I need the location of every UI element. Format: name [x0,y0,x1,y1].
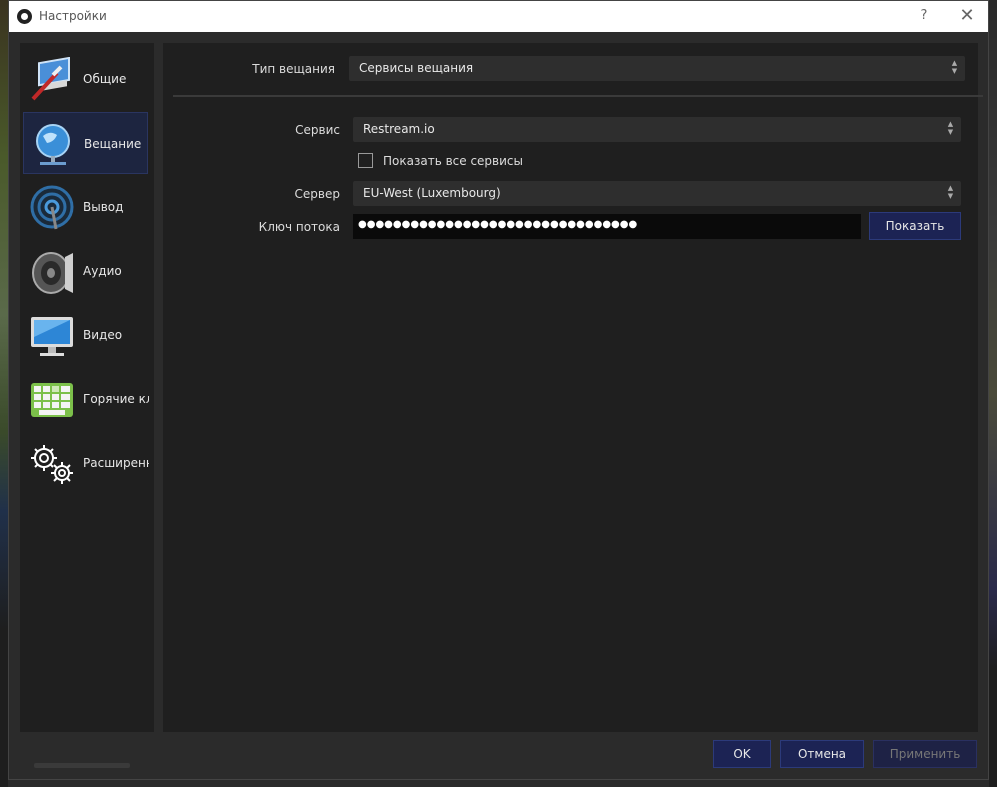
sidebar-scrollbar[interactable] [34,763,130,768]
cancel-button[interactable]: Отмена [780,740,864,768]
apply-button[interactable]: Применить [873,740,977,768]
sidebar-item-label: Аудио [83,264,122,278]
sidebar-item-hotkeys[interactable]: Горячие клавиши [23,368,149,430]
sidebar-item-output[interactable]: Вывод [23,176,148,238]
server-label: Сервер [294,187,340,201]
sidebar-item-video[interactable]: Видео [23,304,148,366]
close-button[interactable]: ✕ [957,6,977,26]
advanced-gears-icon [31,445,73,484]
desktop-background-left [0,0,8,787]
obs-logo-icon [17,9,32,24]
show-key-button[interactable]: Показать [869,212,961,240]
chevron-up-down-icon: ▲ ▼ [947,120,954,136]
sidebar-item-stream[interactable]: Вещание [23,112,148,174]
chevron-up-down-icon: ▲ ▼ [947,184,954,200]
title-bar: Настройки ? ✕ [9,1,988,32]
stream-settings-panel: Тип вещания Сервисы вещания ▲ ▼ Сервис Re… [163,43,983,732]
chevron-up-down-icon: ▲ ▼ [951,59,958,75]
sidebar-item-label: Общие [83,72,127,86]
settings-sidebar: Общие Вещание Вывод Аудио Видео Горячие … [20,43,154,768]
stream-globe-icon [36,124,70,165]
show-all-services-checkbox[interactable] [358,153,373,168]
help-button[interactable]: ? [915,7,933,25]
sidebar-item-label: Вывод [83,200,124,214]
stream-type-value: Сервисы вещания [359,61,474,75]
stream-type-label: Тип вещания [252,62,335,76]
service-label: Сервис [295,123,340,137]
sidebar-item-label: Горячие клавиши [83,392,149,406]
sidebar-item-audio[interactable]: Аудио [23,240,148,302]
desktop-background-right [989,0,997,787]
sidebar-item-advanced[interactable]: Расширенные [23,432,149,494]
stream-key-input[interactable]: ●●●●●●●●●●●●●●●●●●●●●●●●●●●●●●●● [353,214,861,239]
video-monitor-icon [31,317,73,356]
general-settings-icon [31,57,70,101]
service-value: Restream.io [363,122,435,136]
sidebar-item-label: Расширенные [83,456,149,470]
settings-window: Настройки ? ✕ Общие Вещание Вывод Аудио … [8,0,989,780]
sidebar-item-general[interactable]: Общие [23,48,148,110]
audio-speaker-icon [32,252,73,294]
output-antenna-icon [30,185,74,230]
ok-button[interactable]: OK [713,740,771,768]
sidebar-item-label: Вещание [84,137,142,151]
sidebar-item-label: Видео [83,328,123,342]
stream-type-select[interactable]: Сервисы вещания ▲ ▼ [349,56,965,81]
server-value: EU-West (Luxembourg) [363,186,501,200]
service-select[interactable]: Restream.io ▲ ▼ [353,117,961,142]
stream-key-value: ●●●●●●●●●●●●●●●●●●●●●●●●●●●●●●●● [358,219,638,230]
hotkeys-keyboard-icon [31,383,73,417]
section-divider [173,95,983,97]
server-select[interactable]: EU-West (Luxembourg) ▲ ▼ [353,181,961,206]
window-title: Настройки [39,9,107,23]
show-all-services-label: Показать все сервисы [383,154,523,168]
stream-key-label: Ключ потока [258,220,340,234]
